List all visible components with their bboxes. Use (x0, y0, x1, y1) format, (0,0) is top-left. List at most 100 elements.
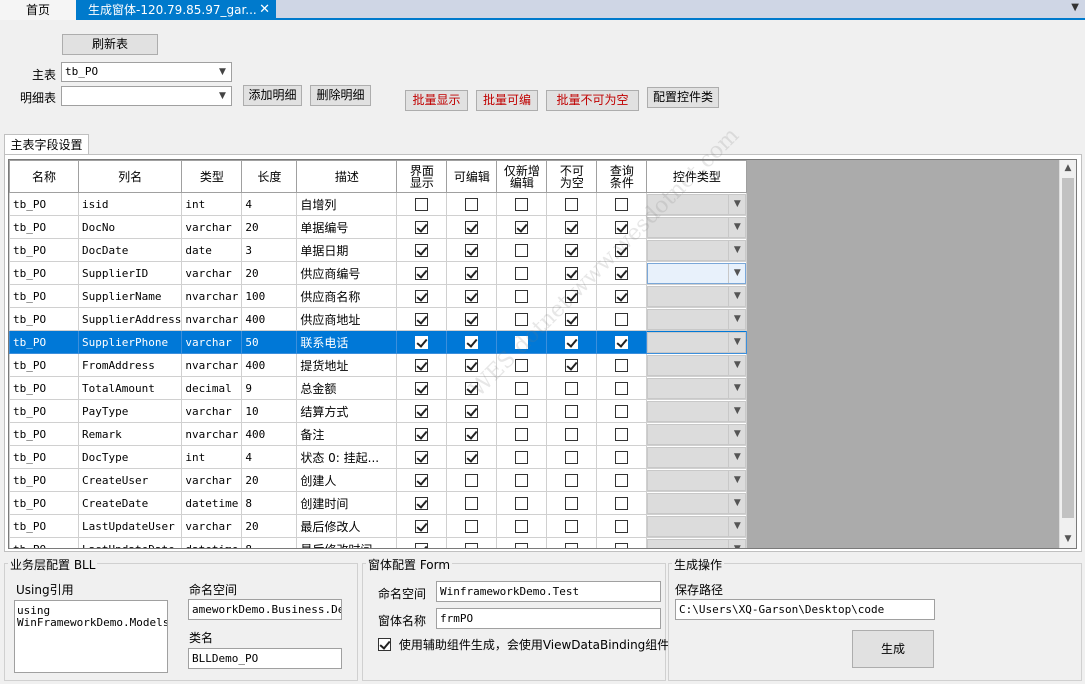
notnull-checkbox[interactable] (565, 404, 579, 418)
cell-column[interactable]: LastUpdateUser (77, 514, 183, 538)
notnull-checkbox[interactable] (565, 220, 579, 234)
notnull-checkbox[interactable] (565, 312, 579, 326)
table-row[interactable]: tb_PO FromAddress nvarchar 400 提货地址 ▼ (9, 353, 748, 377)
editable-checkbox[interactable] (465, 197, 479, 211)
notnull-checkbox[interactable] (565, 289, 579, 303)
helper-checkbox[interactable] (378, 638, 391, 651)
cell-name[interactable]: tb_PO (9, 192, 79, 216)
editable-checkbox[interactable] (465, 473, 479, 487)
cell-length[interactable]: 20 (241, 514, 298, 538)
control-type-select[interactable]: ▼ (647, 285, 746, 307)
save-path-input[interactable]: C:\Users\XQ-Garson\Desktop\code (675, 599, 935, 620)
editable-checkbox[interactable] (465, 404, 479, 418)
header-show[interactable]: 界面 显示 (396, 160, 448, 193)
table-row[interactable]: tb_PO SupplierPhone varchar 50 联系电话 ▼ (9, 330, 748, 354)
cell-type[interactable]: varchar (181, 514, 243, 538)
config-control-button[interactable]: 配置控件类 (647, 87, 719, 108)
cell-type[interactable]: varchar (181, 330, 243, 354)
notnull-checkbox[interactable] (565, 519, 579, 533)
show-checkbox[interactable] (415, 358, 429, 372)
cell-column[interactable]: Remark (77, 422, 183, 446)
cell-column[interactable]: CreateDate (77, 491, 183, 515)
cell-name[interactable]: tb_PO (9, 537, 79, 548)
cell-desc[interactable]: 备注 (296, 422, 398, 446)
newedit-checkbox[interactable] (515, 473, 529, 487)
notnull-checkbox[interactable] (565, 473, 579, 487)
cell-desc[interactable]: 供应商编号 (296, 261, 398, 285)
cell-length[interactable]: 8 (241, 537, 298, 548)
editable-checkbox[interactable] (465, 312, 479, 326)
cell-name[interactable]: tb_PO (9, 353, 79, 377)
cell-desc[interactable]: 最后修改时间 (296, 537, 398, 548)
cell-desc[interactable]: 供应商名称 (296, 284, 398, 308)
cell-type[interactable]: varchar (181, 215, 243, 239)
cell-name[interactable]: tb_PO (9, 491, 79, 515)
detail-table-select[interactable]: ▼ (61, 86, 232, 106)
newedit-checkbox[interactable] (515, 266, 529, 280)
control-type-select[interactable]: ▼ (647, 193, 746, 215)
show-checkbox[interactable] (415, 312, 429, 326)
grid-vertical-scrollbar[interactable]: ▲ ▼ (1059, 160, 1076, 548)
cell-name[interactable]: tb_PO (9, 215, 79, 239)
newedit-checkbox[interactable] (515, 381, 529, 395)
notnull-checkbox[interactable] (565, 427, 579, 441)
show-checkbox[interactable] (415, 404, 429, 418)
newedit-checkbox[interactable] (515, 243, 529, 257)
cell-type[interactable]: datetime (181, 491, 243, 515)
show-checkbox[interactable] (415, 197, 429, 211)
newedit-checkbox[interactable] (515, 358, 529, 372)
cell-type[interactable]: nvarchar (181, 422, 243, 446)
notnull-checkbox[interactable] (565, 266, 579, 280)
notnull-checkbox[interactable] (565, 358, 579, 372)
bll-namespace-input[interactable]: ameworkDemo.Business.Demo (188, 599, 342, 620)
cell-name[interactable]: tb_PO (9, 468, 79, 492)
cell-column[interactable]: SupplierPhone (77, 330, 183, 354)
cell-type[interactable]: varchar (181, 468, 243, 492)
control-type-select[interactable]: ▼ (647, 262, 746, 284)
control-type-select[interactable]: ▼ (647, 492, 746, 514)
query-checkbox[interactable] (615, 312, 629, 326)
cell-length[interactable]: 400 (241, 307, 298, 331)
cell-length[interactable]: 3 (241, 238, 298, 262)
show-checkbox[interactable] (415, 542, 429, 548)
header-newedit[interactable]: 仅新增 编辑 (496, 160, 548, 193)
cell-desc[interactable]: 联系电话 (296, 330, 398, 354)
control-type-select[interactable]: ▼ (647, 469, 746, 491)
newedit-checkbox[interactable] (515, 427, 529, 441)
header-column[interactable]: 列名 (77, 160, 183, 193)
cell-type[interactable]: datetime (181, 537, 243, 548)
header-length[interactable]: 长度 (241, 160, 298, 193)
control-type-select[interactable]: ▼ (647, 377, 746, 399)
tab-main-fields[interactable]: 主表字段设置 (4, 134, 89, 155)
cell-column[interactable]: SupplierAddress (77, 307, 183, 331)
tab-generate-form[interactable]: 生成窗体-120.79.85.97_gar... ✕ (76, 0, 276, 20)
cell-name[interactable]: tb_PO (9, 376, 79, 400)
editable-checkbox[interactable] (465, 243, 479, 257)
query-checkbox[interactable] (615, 197, 629, 211)
table-row[interactable]: tb_PO CreateDate datetime 8 创建时间 ▼ (9, 491, 748, 515)
cell-desc[interactable]: 状态 0: 挂起... (296, 445, 398, 469)
notnull-checkbox[interactable] (565, 243, 579, 257)
cell-desc[interactable]: 创建时间 (296, 491, 398, 515)
cell-type[interactable]: int (181, 445, 243, 469)
delete-detail-button[interactable]: 删除明细 (310, 85, 371, 106)
editable-checkbox[interactable] (465, 542, 479, 548)
table-row[interactable]: tb_PO SupplierAddress nvarchar 400 供应商地址 ▼ (9, 307, 748, 331)
header-name[interactable]: 名称 (9, 160, 79, 193)
cell-column[interactable]: isid (77, 192, 183, 216)
query-checkbox[interactable] (615, 358, 629, 372)
cell-name[interactable]: tb_PO (9, 238, 79, 262)
editable-checkbox[interactable] (465, 220, 479, 234)
cell-length[interactable]: 50 (241, 330, 298, 354)
cell-column[interactable]: DocNo (77, 215, 183, 239)
refresh-table-button[interactable]: 刷新表 (62, 34, 158, 55)
cell-column[interactable]: CreateUser (77, 468, 183, 492)
cell-length[interactable]: 20 (241, 468, 298, 492)
close-icon[interactable]: ✕ (259, 0, 270, 20)
query-checkbox[interactable] (615, 289, 629, 303)
notnull-checkbox[interactable] (565, 197, 579, 211)
query-checkbox[interactable] (615, 473, 629, 487)
show-checkbox[interactable] (415, 519, 429, 533)
cell-type[interactable]: nvarchar (181, 307, 243, 331)
control-type-select[interactable]: ▼ (647, 515, 746, 537)
